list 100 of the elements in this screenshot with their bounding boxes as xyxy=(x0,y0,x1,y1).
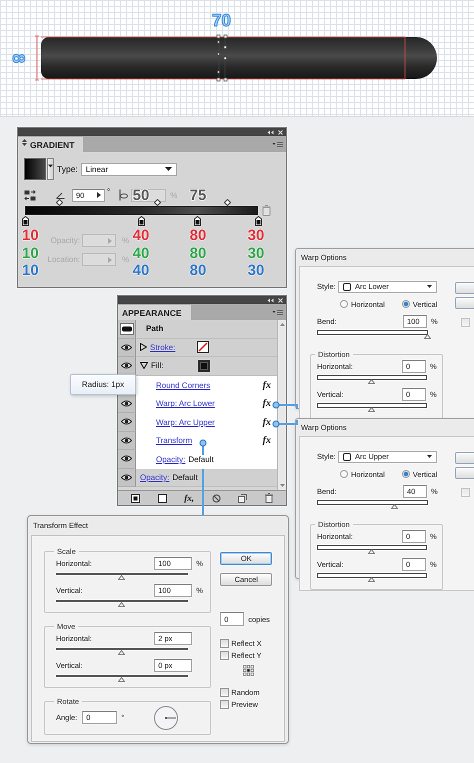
eye-icon xyxy=(121,418,132,426)
effect-link[interactable]: Transform xyxy=(156,436,192,446)
square-outline-icon[interactable] xyxy=(158,494,167,502)
aspect-ratio-icon xyxy=(118,189,128,201)
slider-thumb[interactable] xyxy=(424,334,431,339)
color-value: 30 xyxy=(248,246,264,261)
color-value: 40 xyxy=(132,228,150,243)
eye-icon xyxy=(121,455,132,462)
opacity-link[interactable]: Opacity: xyxy=(156,454,186,464)
arrow-icon xyxy=(108,238,112,244)
caret-icon xyxy=(427,455,432,458)
fill-swatch-icon[interactable] xyxy=(198,360,210,372)
add-effect-button[interactable]: fx, xyxy=(184,493,194,503)
eye-icon xyxy=(121,344,132,351)
color-stop-icon[interactable] xyxy=(22,216,28,226)
visibility-toggle[interactable] xyxy=(118,412,136,432)
visibility-toggle[interactable] xyxy=(118,432,136,450)
unit-label: % xyxy=(121,255,128,264)
color-value: 30 xyxy=(248,228,264,243)
color-value: 80 xyxy=(190,228,206,243)
opacity-value: Default xyxy=(172,473,198,482)
close-icon[interactable] xyxy=(278,298,283,302)
visibility-toggle[interactable] xyxy=(118,357,136,376)
fill-label: Fill: xyxy=(151,361,164,370)
radio-button[interactable] xyxy=(402,300,410,308)
opacity-link[interactable]: Opacity: xyxy=(140,473,170,482)
radio-button[interactable] xyxy=(340,470,348,478)
location-label: 75 xyxy=(190,188,206,203)
effect-mark: fx xyxy=(262,398,271,410)
color-value: 10 xyxy=(22,228,39,243)
angle-dial-icon[interactable] xyxy=(153,704,180,730)
dimension-label: 8 xyxy=(10,54,28,64)
eye-icon xyxy=(121,474,132,482)
scroll-down-icon[interactable] xyxy=(280,484,284,487)
effect-link[interactable]: Warp: Arc Lower xyxy=(156,399,215,408)
checkbox[interactable] xyxy=(220,700,230,708)
gradient-swatch[interactable] xyxy=(24,158,46,180)
visibility-toggle[interactable] xyxy=(118,338,136,358)
location-label: 50 xyxy=(132,188,150,203)
swatch-menu-button[interactable] xyxy=(47,158,54,180)
eye-icon xyxy=(121,362,132,370)
dimension-label: 70 xyxy=(212,12,231,29)
panel-tab[interactable]: GRADIENT xyxy=(18,137,84,152)
color-value: 30 xyxy=(248,263,264,278)
color-value: 10 xyxy=(22,246,39,261)
effect-mark: fx xyxy=(262,416,271,428)
updown-arrows-icon xyxy=(22,139,27,146)
close-icon[interactable] xyxy=(278,130,283,134)
type-dropdown[interactable]: Linear xyxy=(80,162,177,176)
color-stop-icon[interactable] xyxy=(138,216,145,226)
visibility-toggle[interactable] xyxy=(118,450,136,469)
angle-icon xyxy=(56,192,65,198)
square-icon xyxy=(343,282,351,290)
path-thumbnail-icon xyxy=(120,322,134,335)
caret-icon xyxy=(164,167,172,171)
disclosure-triangle-icon[interactable] xyxy=(140,343,147,352)
checkbox[interactable] xyxy=(220,650,230,660)
opacity-value: Default xyxy=(188,454,214,464)
radio-button[interactable] xyxy=(402,470,410,478)
arrow-icon xyxy=(108,256,112,262)
disclosure-triangle-icon[interactable] xyxy=(140,362,148,370)
caret-icon xyxy=(427,285,432,288)
panel-menu-icon[interactable] xyxy=(272,309,283,316)
square-filled-icon[interactable] xyxy=(130,494,140,502)
panel-tab[interactable]: APPEARANCE xyxy=(118,305,191,320)
scroll-up-icon[interactable] xyxy=(280,323,284,326)
selection-handles-drawing[interactable] xyxy=(216,34,228,82)
checkbox[interactable] xyxy=(220,688,230,696)
visibility-toggle[interactable] xyxy=(118,468,136,488)
reference-point-icon[interactable] xyxy=(242,665,254,676)
arrow-icon xyxy=(97,192,101,198)
field-label: Type: xyxy=(57,164,78,174)
stroke-link[interactable]: Stroke: xyxy=(150,342,194,352)
effect-link[interactable]: Round Corners xyxy=(156,380,210,390)
visibility-toggle[interactable] xyxy=(118,394,136,413)
effect-mark: fx xyxy=(262,435,271,446)
trash-icon[interactable] xyxy=(265,493,274,503)
color-value: 40 xyxy=(132,263,150,278)
new-item-icon[interactable] xyxy=(238,494,248,502)
checkbox[interactable] xyxy=(461,318,470,327)
no-sign-icon[interactable] xyxy=(212,494,221,502)
effect-link[interactable]: Warp: Arc Upper xyxy=(156,418,215,427)
connector-line xyxy=(272,420,298,428)
panel-menu-icon[interactable] xyxy=(272,141,283,148)
color-stop-icon[interactable] xyxy=(194,216,200,226)
checkbox[interactable] xyxy=(461,488,470,497)
color-value: 80 xyxy=(190,246,206,261)
unit-label: % xyxy=(169,190,176,200)
tooltip: Radius: 1px xyxy=(70,374,136,395)
effect-mark: fx xyxy=(262,380,271,391)
reverse-gradient-icon[interactable] xyxy=(24,190,36,200)
unit-label: % xyxy=(121,236,128,245)
connector-line xyxy=(272,402,298,409)
caret-icon xyxy=(48,164,53,168)
square-icon xyxy=(343,452,351,460)
radio-button[interactable] xyxy=(340,300,348,308)
scrollbar[interactable] xyxy=(277,320,286,490)
color-stop-icon[interactable] xyxy=(254,216,262,226)
stroke-swatch-icon[interactable] xyxy=(197,341,209,354)
checkbox[interactable] xyxy=(220,638,230,648)
